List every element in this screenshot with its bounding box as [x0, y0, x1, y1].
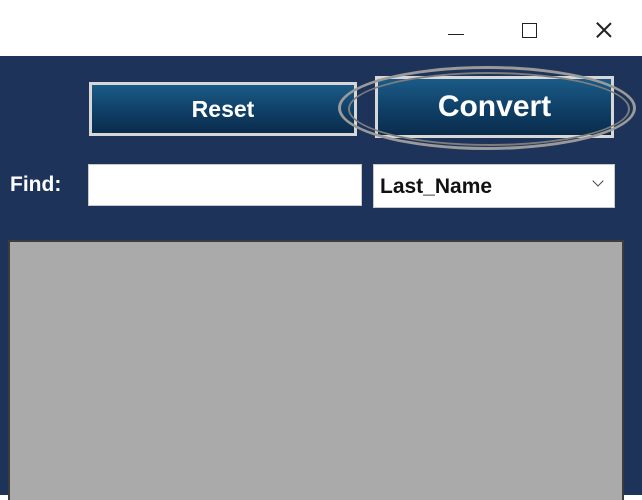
field-select-value: Last_Name [380, 175, 493, 198]
field-select[interactable]: Last_Name [373, 164, 615, 208]
results-list[interactable] [8, 240, 624, 500]
chevron-down-icon [592, 175, 604, 187]
reset-button[interactable]: Reset [89, 82, 357, 136]
maximize-button[interactable] [511, 14, 547, 46]
minimize-icon [448, 33, 464, 35]
close-icon [595, 21, 613, 39]
find-input[interactable] [88, 164, 362, 206]
minimize-button[interactable] [438, 14, 474, 46]
app-panel: Reset Convert Find: Last_Name [0, 56, 642, 500]
find-label: Find: [10, 173, 62, 196]
convert-button[interactable]: Convert [375, 76, 614, 138]
maximize-icon [521, 22, 537, 38]
close-button[interactable] [586, 14, 622, 46]
title-bar [0, 0, 642, 56]
